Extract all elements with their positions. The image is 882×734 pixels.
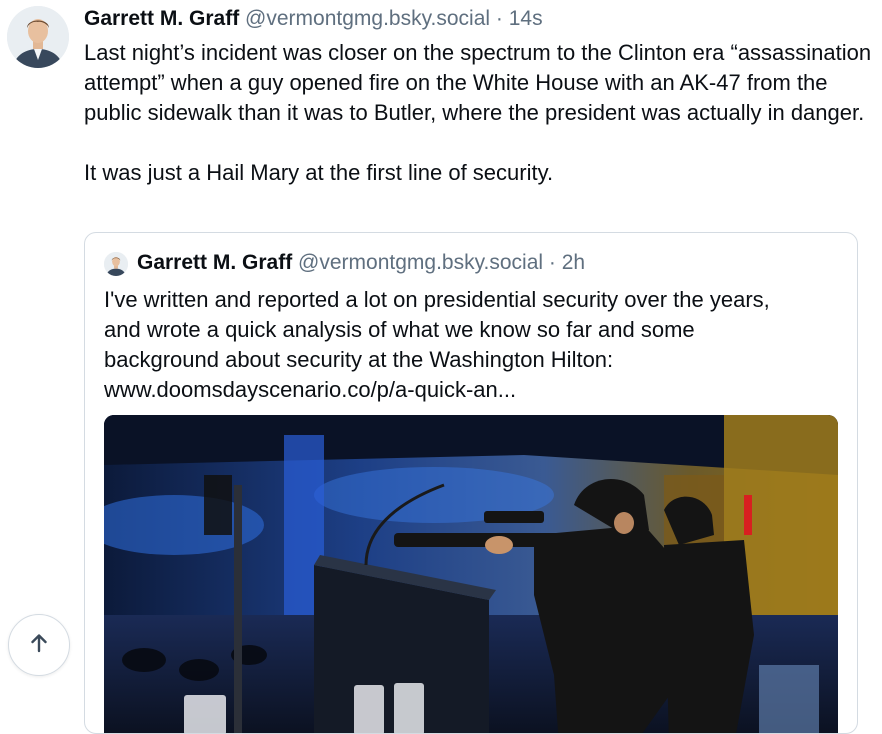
quoted-post-line: and wrote a quick analysis of what we kn… — [104, 317, 695, 342]
quoted-author-handle[interactable]: @vermontgmg.bsky.social — [298, 251, 543, 274]
author-name[interactable]: Garrett M. Graff — [84, 7, 239, 30]
quoted-post-body: I've written and reported a lot on presi… — [104, 285, 844, 405]
quoted-post-link[interactable]: www.doomsdayscenario.co/p/a-quick-an... — [104, 375, 844, 405]
quoted-post-line: I've written and reported a lot on presi… — [104, 287, 770, 312]
post-paragraph: Last night’s incident was closer on the … — [84, 40, 872, 125]
quoted-post[interactable]: Garrett M. Graff @vermontgmg.bsky.social… — [84, 232, 858, 734]
quoted-post-header: Garrett M. Graff @vermontgmg.bsky.social… — [137, 250, 585, 276]
post-paragraph: It was just a Hail Mary at the first lin… — [84, 160, 554, 185]
post-timestamp[interactable]: 14s — [509, 7, 543, 30]
author-avatar[interactable] — [7, 6, 69, 68]
separator-dot: · — [495, 7, 503, 30]
post[interactable]: Garrett M. Graff @vermontgmg.bsky.social… — [0, 0, 882, 734]
quoted-post-line: background about security at the Washing… — [104, 347, 614, 372]
quoted-author-name[interactable]: Garrett M. Graff — [137, 251, 292, 274]
quoted-post-image[interactable] — [104, 415, 838, 733]
arrow-up-icon — [27, 631, 51, 660]
quoted-post-timestamp[interactable]: 2h — [562, 251, 585, 274]
post-body: Last night’s incident was closer on the … — [84, 38, 874, 188]
scroll-to-top-button[interactable] — [8, 614, 70, 676]
separator-dot: · — [548, 251, 556, 274]
author-handle[interactable]: @vermontgmg.bsky.social — [245, 7, 490, 30]
quoted-author-avatar[interactable] — [104, 252, 128, 276]
post-header: Garrett M. Graff @vermontgmg.bsky.social… — [84, 6, 543, 32]
